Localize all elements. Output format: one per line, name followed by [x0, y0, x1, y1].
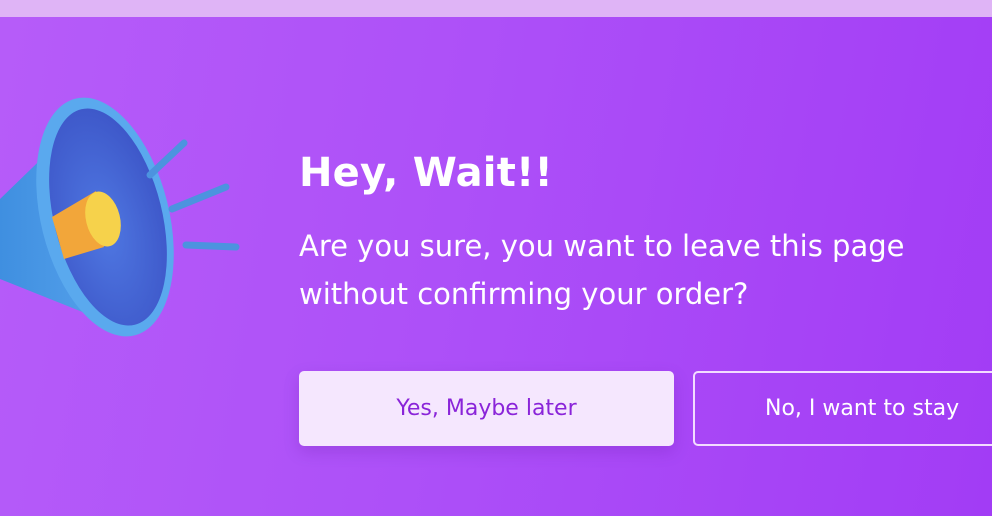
leave-later-button[interactable]: Yes, Maybe later — [299, 371, 674, 446]
dialog-title: Hey, Wait!! — [299, 150, 553, 196]
megaphone-icon — [0, 97, 240, 337]
dialog-message-line: Are you sure, you want to leave this pag… — [299, 229, 905, 263]
dialog-message-line: without confirming your order? — [299, 277, 749, 311]
page-top-strip — [0, 0, 992, 17]
leave-page-dialog: Hey, Wait!! Are you sure, you want to le… — [0, 17, 992, 516]
stay-button[interactable]: No, I want to stay — [693, 371, 992, 446]
dialog-message: Are you sure, you want to leave this pag… — [299, 222, 905, 318]
